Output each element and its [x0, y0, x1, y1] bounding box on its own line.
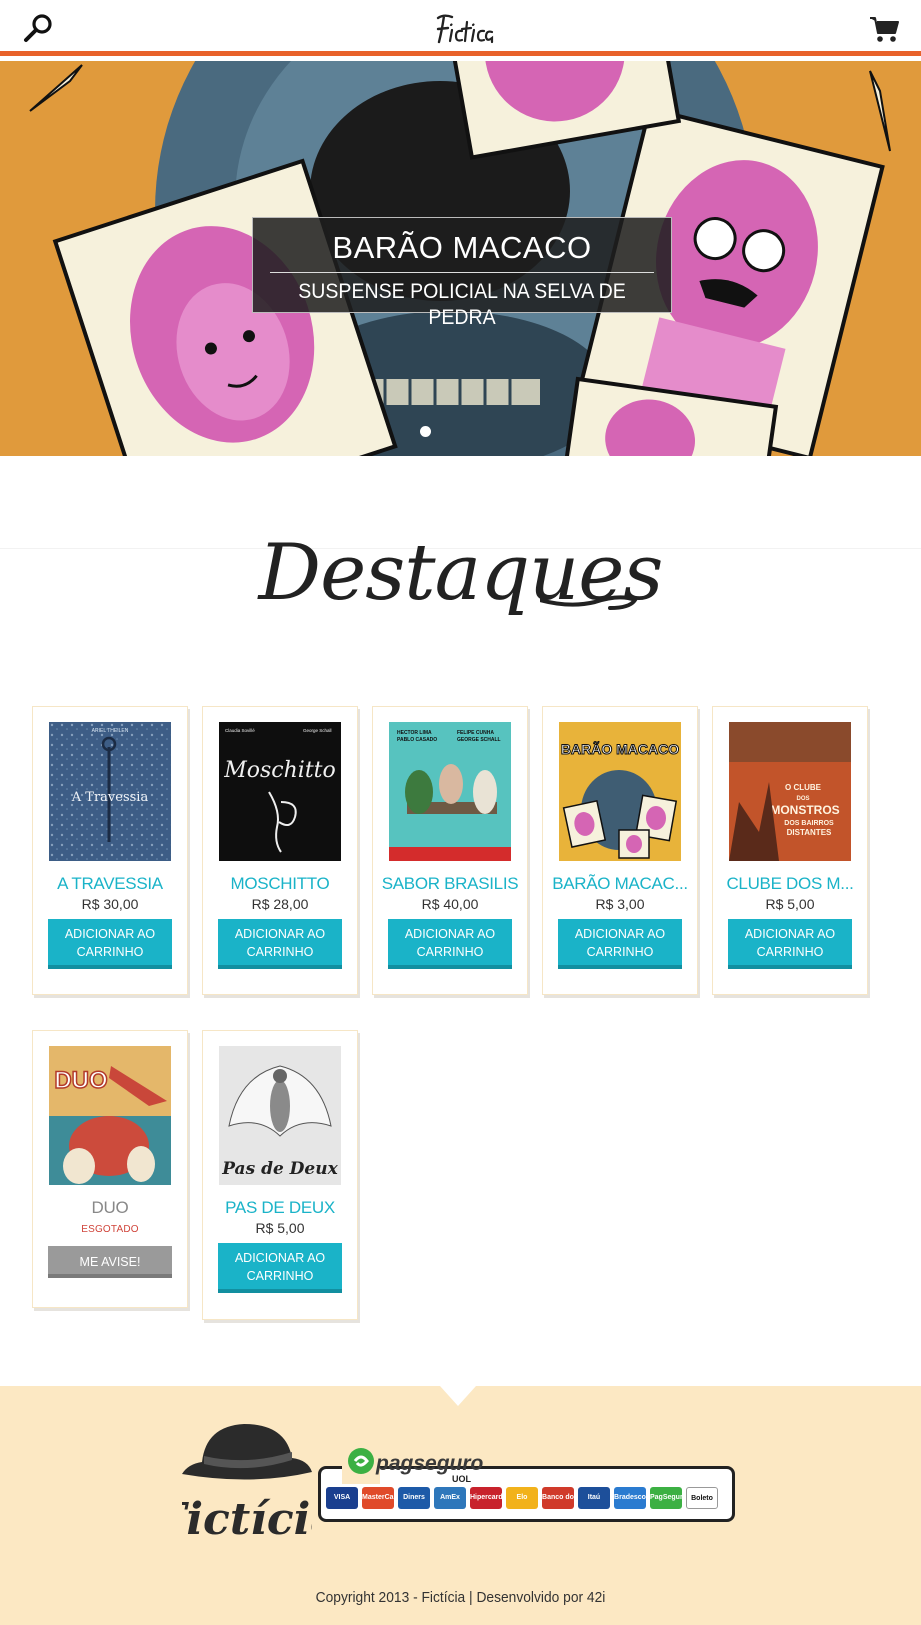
product-card[interactable]: DUO DUO ESGOTADO ME AVISE!: [32, 1030, 188, 1308]
footer-brand-text: Fictícia: [182, 1494, 312, 1545]
product-card[interactable]: Claudia Sovillé George Schall Moschitto …: [202, 706, 358, 995]
product-card[interactable]: Pas de Deux PAS DE DEUX R$ 5,00 ADICIONAR …: [202, 1030, 358, 1320]
cover-title: Pas de Deux: [221, 1159, 338, 1179]
product-name[interactable]: SABOR BRASILIS: [373, 874, 527, 894]
product-cover-image[interactable]: A Travessia ARIEL THEILEN: [49, 722, 171, 861]
product-card[interactable]: BARÃO MACACO BARÃO MACAC... R$ 3,00 ADICIO…: [542, 706, 698, 995]
pagseguro-uol-text: UOL: [452, 1474, 471, 1484]
site-logo[interactable]: [430, 12, 494, 48]
product-card[interactable]: O CLUBE DOS MONSTROS DOS BAIRROS DISTANT…: [712, 706, 868, 995]
payment-method-icon: MasterCard: [362, 1487, 394, 1509]
title-swash: [540, 595, 638, 610]
product-cover-image[interactable]: HECTOR LIMA FELIPE CUNHA PABLO CASADO GE…: [389, 722, 511, 861]
payment-method-icon: Banco do Brasil: [542, 1487, 574, 1509]
pagseguro-badge: [342, 1446, 380, 1484]
cover-author: HECTOR LIMA: [397, 730, 432, 736]
product-price: R$ 3,00: [595, 896, 645, 912]
payment-method-icon: PagSeguro: [650, 1487, 682, 1509]
product-name[interactable]: MOSCHITTO: [203, 874, 357, 894]
cover-title: O CLUBE: [785, 783, 822, 792]
product-name[interactable]: A TRAVESSIA: [33, 874, 187, 894]
payment-method-icon: Boleto: [686, 1487, 718, 1509]
footer-brand-logo[interactable]: Fictícia: [182, 1416, 312, 1556]
cover-title: DUO: [54, 1067, 107, 1094]
cover-title: Moschitto: [223, 758, 336, 783]
product-cover-image[interactable]: Claudia Sovillé George Schall Moschitto: [219, 722, 341, 861]
pagseguro-icon: [348, 1448, 374, 1474]
sold-out-label: ESGOTADO: [81, 1224, 139, 1235]
product-name[interactable]: CLUBE DOS M...: [713, 874, 867, 894]
cover-title: DOS: [796, 796, 809, 802]
product-cover-image[interactable]: O CLUBE DOS MONSTROS DOS BAIRROS DISTANT…: [729, 722, 851, 861]
product-price: R$ 5,00: [765, 896, 815, 912]
product-cover-image[interactable]: DUO: [49, 1046, 171, 1185]
carousel-dot[interactable]: [420, 426, 431, 437]
footer-notch: [440, 1386, 476, 1406]
product-name[interactable]: PAS DE DEUX: [203, 1198, 357, 1218]
payment-method-icon: Diners: [398, 1487, 430, 1509]
payment-method-icon: VISA: [326, 1487, 358, 1509]
product-price: R$ 28,00: [251, 896, 309, 912]
add-to-cart-button[interactable]: ADICIONAR AO CARRINHO: [388, 919, 512, 969]
product-cover-image[interactable]: BARÃO MACACO: [559, 722, 681, 861]
notify-me-button[interactable]: ME AVISE!: [48, 1246, 172, 1278]
product-price: R$ 30,00: [81, 896, 139, 912]
hero-caption[interactable]: BARÃO MACACO SUSPENSE POLICIAL NA SELVA …: [252, 217, 672, 329]
add-to-cart-button[interactable]: ADICIONAR AO CARRINHO: [48, 919, 172, 969]
cover-author: GEORGE SCHALL: [457, 737, 501, 743]
cover-title: DOS BAIRROS: [784, 820, 834, 827]
product-name[interactable]: BARÃO MACAC...: [543, 874, 697, 894]
copyright-text: Copyright 2013 - Fictícia | Desenvolvido…: [315, 1589, 606, 1606]
cover-author: ARIEL THEILEN: [92, 728, 129, 734]
hero-title: BARÃO MACACO: [332, 230, 592, 265]
payment-method-icon: Bradesco: [614, 1487, 646, 1509]
hero-divider: [270, 272, 654, 273]
search-icon[interactable]: [22, 12, 56, 46]
cover-author: PABLO CASADO: [397, 737, 437, 743]
add-to-cart-button[interactable]: ADICIONAR AO CARRINHO: [728, 919, 852, 969]
cover-author: George Schall: [303, 728, 332, 733]
cover-title: DISTANTES: [787, 828, 832, 837]
site-header: [0, 0, 921, 56]
section-title: Destaques: [258, 528, 664, 618]
payment-method-icon: Elo: [506, 1487, 538, 1509]
pagseguro-text: pagseguro: [376, 1452, 484, 1475]
add-to-cart-button[interactable]: ADICIONAR AO CARRINHO: [218, 919, 342, 969]
product-price: R$ 5,00: [255, 1220, 305, 1236]
cover-author: FELIPE CUNHA: [457, 730, 494, 736]
payment-method-icon: Itaú: [578, 1487, 610, 1509]
hero-banner[interactable]: BARÃO MACACO SUSPENSE POLICIAL NA SELVA …: [0, 61, 921, 456]
add-to-cart-button[interactable]: ADICIONAR AO CARRINHO: [218, 1243, 342, 1293]
cover-title: BARÃO MACACO: [561, 740, 679, 757]
product-card[interactable]: HECTOR LIMA FELIPE CUNHA PABLO CASADO GE…: [372, 706, 528, 995]
product-price: R$ 40,00: [421, 896, 479, 912]
cart-icon[interactable]: [868, 14, 900, 44]
hero-subtitle: SUSPENSE POLICIAL NA SELVA DE PEDRA: [298, 280, 626, 329]
payment-icons: VISAMasterCardDinersAmExHipercardEloBanc…: [326, 1487, 730, 1513]
product-name[interactable]: DUO: [33, 1198, 187, 1218]
cover-title: A Travessia: [71, 790, 149, 805]
cover-title: MONSTROS: [770, 803, 839, 817]
product-card[interactable]: A Travessia ARIEL THEILEN A TRAVESSIA R$ …: [32, 706, 188, 995]
payment-method-icon: AmEx: [434, 1487, 466, 1509]
product-cover-image[interactable]: Pas de Deux: [219, 1046, 341, 1185]
add-to-cart-button[interactable]: ADICIONAR AO CARRINHO: [558, 919, 682, 969]
cover-author: Claudia Sovillé: [225, 728, 255, 733]
payment-method-icon: Hipercard: [470, 1487, 502, 1509]
